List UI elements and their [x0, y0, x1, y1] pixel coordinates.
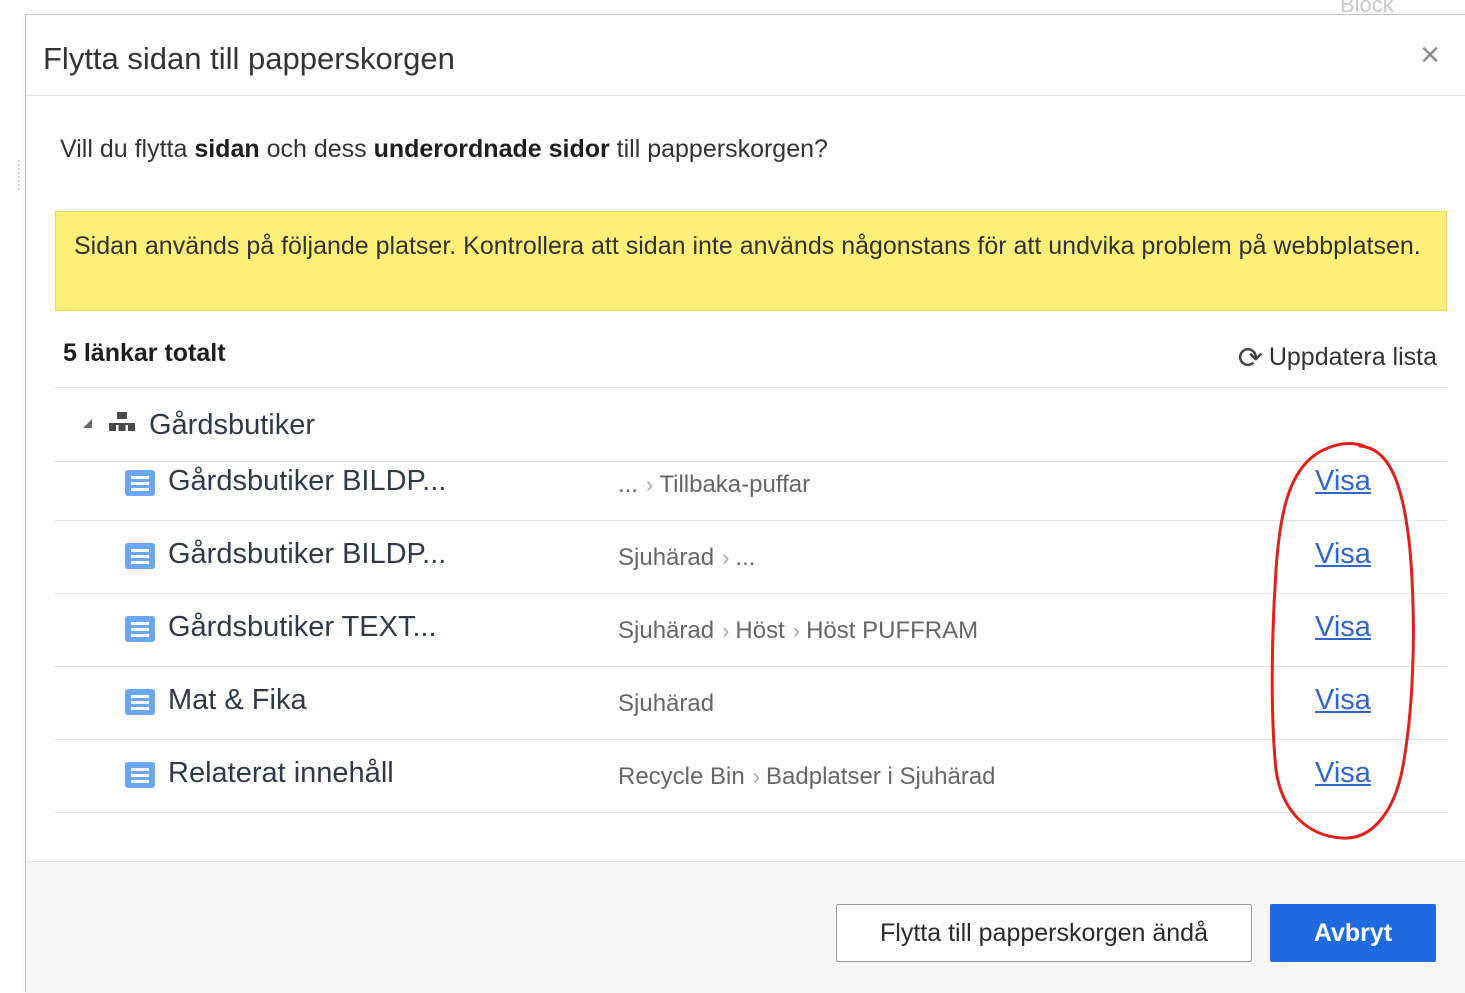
path-segment: Recycle Bin: [618, 763, 745, 790]
breadcrumb-chevron-icon: ›: [722, 618, 730, 643]
view-link[interactable]: Visa: [1315, 684, 1371, 717]
path-segment: Sjuhärad: [618, 690, 715, 717]
page-document-icon: [125, 470, 155, 496]
dialog-title: Flytta sidan till papperskorgen: [43, 41, 455, 76]
view-link[interactable]: Visa: [1315, 757, 1371, 790]
list-item: Mat & Fika Sjuhärad Visa: [55, 666, 1447, 740]
list-item-title: Gårdsbutiker BILDP...: [168, 465, 447, 497]
move-anyway-button[interactable]: Flytta till papperskorgen ändå: [836, 904, 1252, 962]
list-item-path: Sjuhärad ›...: [618, 544, 755, 572]
page-document-icon: [125, 689, 155, 715]
question-bold-2: underordnade sidor: [373, 135, 610, 163]
list-item-path: Sjuhärad: [618, 690, 714, 718]
dialog-footer: Flytta till papperskorgen ändå Avbryt: [26, 861, 1465, 993]
refresh-list-button[interactable]: ⟳ Uppdatera lista: [1238, 341, 1437, 376]
cancel-button[interactable]: Avbryt: [1270, 904, 1436, 962]
warning-message: Sidan används på följande platser. Kontr…: [55, 211, 1447, 311]
breadcrumb-chevron-icon: ›: [752, 764, 761, 789]
collapse-triangle-icon[interactable]: [83, 419, 92, 428]
path-segment: Höst PUFFRAM: [806, 617, 979, 644]
list-item-title: Relaterat innehåll: [168, 757, 394, 789]
path-segment: ...: [618, 471, 639, 498]
path-segment: Sjuhärad: [618, 617, 715, 644]
list-item: Relaterat innehåll Recycle Bin › Badplatser…: [55, 739, 1447, 813]
refresh-list-label: Uppdatera lista: [1268, 343, 1437, 371]
breadcrumb-chevron-icon: ›: [646, 472, 654, 497]
list-item-path: ... › Tillbaka-puffar: [618, 471, 810, 499]
refresh-icon: ⟳: [1237, 342, 1263, 375]
path-segment: Badplatser i Sjuhärad: [766, 763, 996, 790]
move-to-trash-dialog: Flytta sidan till papperskorgen × Vill d…: [25, 14, 1465, 993]
background-splitter: [18, 160, 24, 190]
breadcrumb-chevron-icon: ›: [792, 618, 801, 643]
question-text-3: till papperskorgen?: [609, 135, 828, 163]
view-link[interactable]: Visa: [1315, 465, 1371, 498]
list-item-path: Recycle Bin › Badplatser i Sjuhärad: [618, 763, 996, 791]
path-segment: Tillbaka-puffar: [659, 471, 811, 498]
list-item-title: Mat & Fika: [168, 684, 307, 716]
list-item-path: Sjuhärad › Höst › Höst PUFFRAM: [618, 617, 978, 645]
close-icon: ×: [1420, 36, 1440, 74]
breadcrumb-chevron-icon: ›: [722, 545, 730, 570]
group-label: Gårdsbutiker: [149, 409, 316, 441]
list-item: Gårdsbutiker BILDP... Sjuhärad ›... Visa: [55, 520, 1447, 594]
references-list-header: 5 länkar totalt ⟳ Uppdatera lista: [55, 331, 1447, 388]
question-text-1: Vill du flytta: [60, 135, 195, 163]
path-segment: ...: [735, 544, 756, 571]
view-link[interactable]: Visa: [1315, 611, 1371, 644]
list-item: Gårdsbutiker TEXT... Sjuhärad › Höst › Höst P…: [55, 593, 1447, 667]
dialog-header: Flytta sidan till papperskorgen ×: [26, 15, 1465, 96]
total-links-count: 5 länkar totalt: [63, 339, 226, 367]
confirmation-question: Vill du flytta sidan och dess underordna…: [60, 135, 828, 164]
page-document-icon: [125, 762, 155, 788]
path-segment: Sjuhärad: [618, 544, 715, 571]
view-link[interactable]: Visa: [1315, 538, 1371, 571]
list-item-title: Gårdsbutiker BILDP...: [168, 538, 447, 570]
close-button[interactable]: ×: [1414, 37, 1446, 73]
site-tree-icon: [109, 412, 135, 431]
path-segment: Höst: [735, 617, 785, 644]
page-document-icon: [125, 616, 155, 642]
question-text-2: och dess: [259, 135, 374, 163]
question-bold-1: sidan: [194, 135, 260, 163]
page-document-icon: [125, 543, 155, 569]
list-item-title: Gårdsbutiker TEXT...: [168, 611, 437, 643]
list-item: Gårdsbutiker BILDP...... › Tillbaka-puffar…: [55, 447, 1447, 521]
